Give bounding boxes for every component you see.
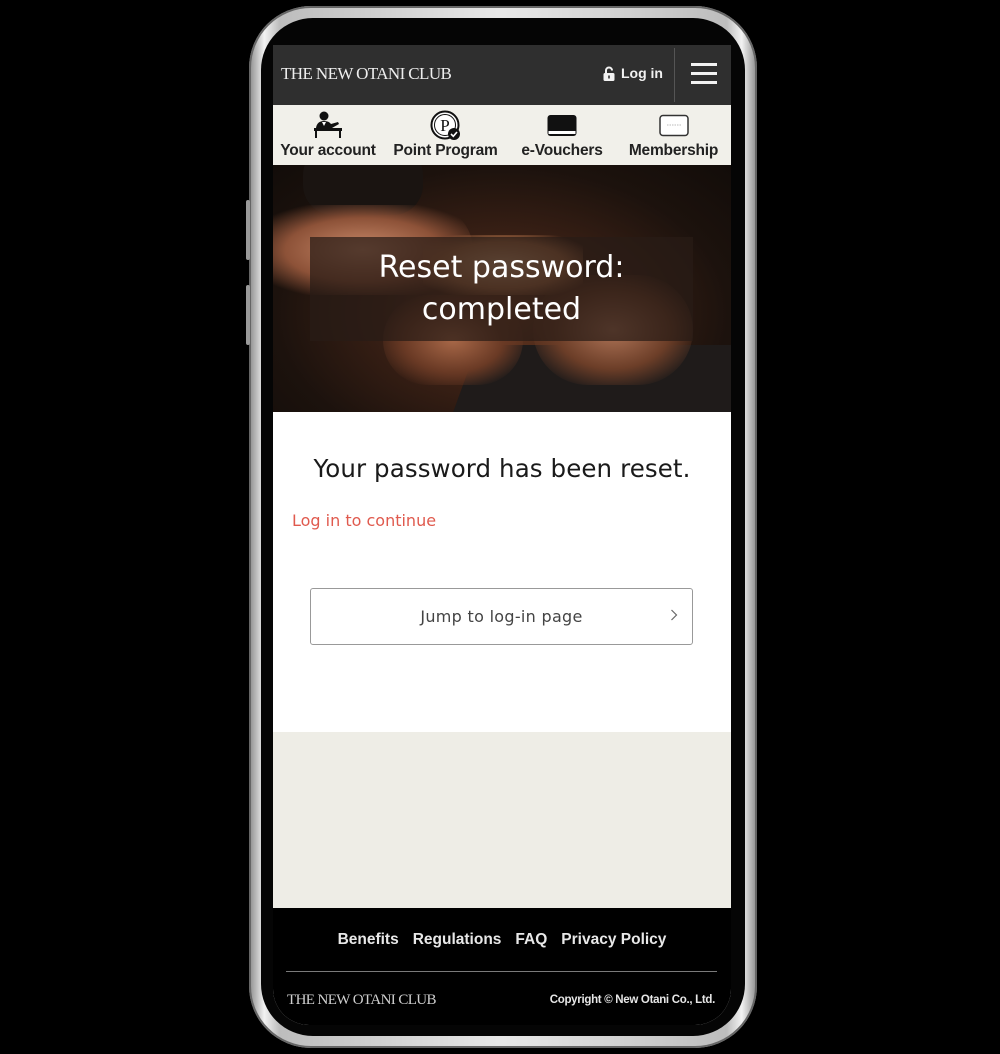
quick-nav: Your account P Point Program e-Vouchers … bbox=[273, 105, 731, 165]
login-to-continue-link[interactable]: Log in to continue bbox=[292, 511, 436, 530]
spacer-section bbox=[273, 732, 731, 908]
nav-item-point-program[interactable]: P Point Program bbox=[383, 105, 508, 165]
hero-banner: Reset password: completed bbox=[273, 165, 731, 412]
main-content: Your password has been reset. Log in to … bbox=[273, 412, 731, 732]
nav-label: Point Program bbox=[393, 142, 498, 159]
nav-label: Your account bbox=[280, 142, 376, 159]
login-button[interactable]: Log in bbox=[603, 65, 663, 81]
footer-divider bbox=[286, 971, 717, 972]
jump-to-login-button[interactable]: Jump to log-in page bbox=[310, 588, 693, 645]
nav-label: Membership bbox=[628, 142, 719, 159]
nav-item-your-account[interactable]: Your account bbox=[273, 105, 383, 165]
login-label: Log in bbox=[621, 65, 663, 81]
volume-up-button bbox=[246, 200, 250, 260]
site-logo[interactable]: THE NEW OTANI CLUB bbox=[281, 64, 452, 84]
site-header: THE NEW OTANI CLUB Log in bbox=[273, 45, 731, 105]
hero-title-box: Reset password: completed bbox=[310, 237, 693, 341]
footer-link-regulations[interactable]: Regulations bbox=[413, 931, 502, 949]
site-footer: Benefits Regulations FAQ Privacy Policy … bbox=[273, 908, 731, 1025]
footer-logo: THE NEW OTANI CLUB bbox=[287, 992, 437, 1008]
footer-link-benefits[interactable]: Benefits bbox=[338, 931, 399, 949]
footer-links: Benefits Regulations FAQ Privacy Policy bbox=[273, 931, 731, 949]
copyright-text: Copyright © New Otani Co., Ltd. bbox=[549, 994, 716, 1006]
page-title: Reset password: completed bbox=[379, 247, 625, 331]
phone-screen: THE NEW OTANI CLUB Log in Your account P… bbox=[273, 45, 731, 1025]
nav-item-e-vouchers[interactable]: e-Vouchers bbox=[508, 105, 616, 165]
success-heading: Your password has been reset. bbox=[313, 454, 691, 483]
voucher-card-icon bbox=[547, 114, 577, 136]
footer-link-privacy-policy[interactable]: Privacy Policy bbox=[561, 931, 666, 949]
chevron-right-icon bbox=[671, 609, 678, 621]
page-title-line-1: Reset password: bbox=[378, 250, 625, 285]
unlock-icon bbox=[603, 66, 615, 81]
jump-button-label: Jump to log-in page bbox=[420, 607, 583, 626]
header-divider bbox=[674, 48, 675, 102]
point-coin-icon: P bbox=[430, 110, 460, 140]
account-desk-icon bbox=[314, 111, 342, 138]
volume-down-button bbox=[246, 285, 250, 345]
nav-item-membership[interactable]: Membership bbox=[616, 105, 731, 165]
membership-card-icon bbox=[658, 114, 689, 136]
nav-label: e-Vouchers bbox=[521, 142, 603, 159]
hamburger-menu-icon[interactable] bbox=[691, 63, 717, 85]
footer-link-faq[interactable]: FAQ bbox=[515, 931, 547, 949]
page-title-line-2: completed bbox=[421, 292, 582, 327]
